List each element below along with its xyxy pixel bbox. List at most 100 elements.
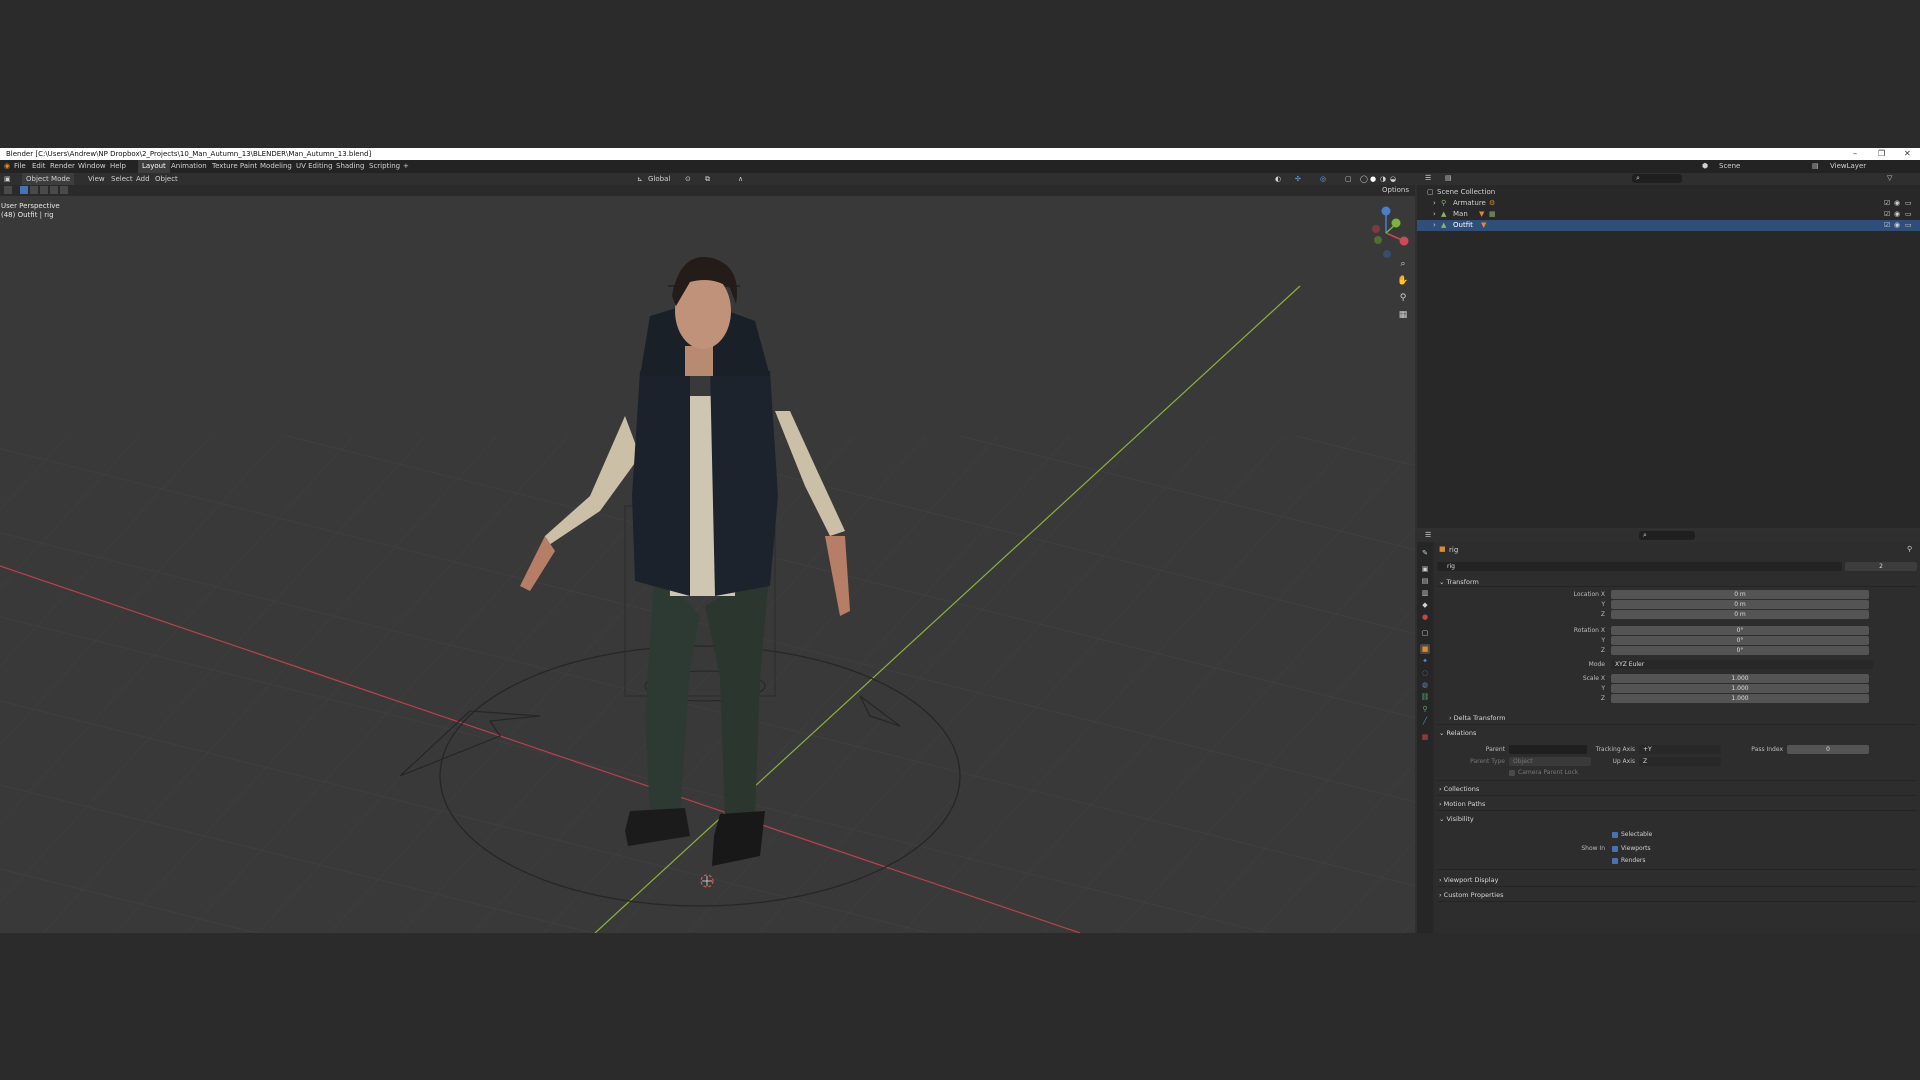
grid-icon[interactable]: ▦ <box>1397 309 1409 321</box>
shading-wireframe-icon[interactable]: ◯ <box>1360 173 1368 185</box>
parent-field[interactable] <box>1509 745 1587 754</box>
data-users-count[interactable]: 2 <box>1845 562 1917 571</box>
tab-layout[interactable]: Layout <box>138 160 170 173</box>
up-axis-select[interactable]: Z <box>1639 757 1721 766</box>
outliner-row-armature[interactable]: › ⚲ Armature ⚙ ☑ ◉ ▭ <box>1417 198 1920 209</box>
parent-type-select[interactable]: Object <box>1509 757 1591 766</box>
gizmo-toggle-icon[interactable]: ✣ <box>1295 173 1301 185</box>
pass-index-field[interactable]: 0 <box>1787 745 1869 754</box>
relations-section-header[interactable]: ⌄ Relations <box>1439 729 1476 737</box>
menu-edit[interactable]: Edit <box>32 160 46 173</box>
monitor-icon[interactable]: ▭ <box>1905 209 1912 220</box>
object-data-tab-icon[interactable]: ⚲ <box>1420 704 1430 714</box>
render-tab-icon[interactable]: ▣ <box>1420 564 1430 574</box>
shading-rendered-icon[interactable]: ◒ <box>1390 173 1396 185</box>
hand-pan-icon[interactable]: ✋ <box>1397 275 1409 287</box>
constraints-tab-icon[interactable]: ⛓ <box>1420 692 1430 702</box>
collections-section-header[interactable]: › Collections <box>1439 785 1479 793</box>
proportional-edit-icon[interactable]: ∧ <box>738 173 743 185</box>
modifier-tab-icon[interactable]: ✦ <box>1420 656 1430 666</box>
pin-icon[interactable]: ⚲ <box>1907 545 1912 553</box>
menu-help[interactable]: Help <box>110 160 126 173</box>
xray-icon[interactable]: ▢ <box>1345 173 1352 185</box>
viewport-menu-add[interactable]: Add <box>136 173 150 185</box>
select-box-icon[interactable] <box>20 186 28 194</box>
scale-y-field[interactable]: 1.000 <box>1611 684 1869 693</box>
eye-icon[interactable]: ◉ <box>1894 209 1900 220</box>
add-workspace-button[interactable]: + <box>403 160 409 173</box>
particles-tab-icon[interactable]: ◌ <box>1420 668 1430 678</box>
display-mode-icon[interactable]: ▤ <box>1445 174 1452 182</box>
tab-animation[interactable]: Animation <box>167 160 211 173</box>
output-tab-icon[interactable]: ▤ <box>1420 576 1430 586</box>
outliner-editor-icon[interactable]: ☰ <box>1425 174 1431 182</box>
collection-tab-icon[interactable]: ▢ <box>1420 628 1430 638</box>
select-subtract-icon[interactable] <box>40 186 48 194</box>
scale-z-field[interactable]: 1.000 <box>1611 694 1869 703</box>
select-intersect-icon[interactable] <box>60 186 68 194</box>
blender-logo-icon[interactable]: ◉ <box>4 160 10 173</box>
shading-material-icon[interactable]: ◑ <box>1380 173 1386 185</box>
pivot-icon[interactable]: ⊙ <box>685 173 691 185</box>
scale-x-field[interactable]: 1.000 <box>1611 674 1869 683</box>
mode-selector[interactable]: Object Mode <box>22 173 75 185</box>
visibility-icon[interactable]: ◐ <box>1275 173 1281 185</box>
rotation-z-field[interactable]: 0° <box>1611 646 1869 655</box>
location-z-field[interactable]: 0 m <box>1611 610 1869 619</box>
3d-viewport[interactable]: User Perspective (48) Outfit | rig ⌕ ✋ ⚲… <box>0 196 1415 933</box>
eye-icon[interactable]: ◉ <box>1894 198 1900 209</box>
view-layer-selector[interactable]: ViewLayer <box>1830 160 1866 173</box>
viewport-menu-select[interactable]: Select <box>111 173 133 185</box>
visibility-section-header[interactable]: ⌄ Visibility <box>1439 815 1474 823</box>
orientation-selector[interactable]: Global <box>648 173 670 185</box>
delta-transform-section-header[interactable]: › Delta Transform <box>1449 714 1505 722</box>
scene-selector[interactable]: Scene <box>1719 160 1740 173</box>
viewport-options-button[interactable]: Options <box>1382 185 1409 196</box>
rotation-y-field[interactable]: 0° <box>1611 636 1869 645</box>
monitor-icon[interactable]: ▭ <box>1905 198 1912 209</box>
properties-search-input[interactable] <box>1639 531 1695 540</box>
shading-solid-icon[interactable]: ● <box>1370 173 1376 185</box>
object-tab-icon[interactable]: ■ <box>1420 644 1430 654</box>
viewport-menu-object[interactable]: Object <box>155 173 178 185</box>
eye-icon[interactable]: ◉ <box>1894 220 1900 231</box>
tab-shading[interactable]: Shading <box>332 160 368 173</box>
minimize-button[interactable]: – <box>1853 148 1857 160</box>
menu-window[interactable]: Window <box>78 160 106 173</box>
viewport-display-section-header[interactable]: › Viewport Display <box>1439 876 1498 884</box>
select-extend-icon[interactable] <box>30 186 38 194</box>
camera-parent-lock-checkbox[interactable] <box>1509 770 1515 776</box>
camera-icon[interactable]: ⚲ <box>1397 292 1409 304</box>
location-x-field[interactable]: 0 m <box>1611 590 1869 599</box>
tab-texture-paint[interactable]: Texture Paint <box>208 160 261 173</box>
expand-arrow-icon[interactable]: › <box>1433 220 1436 231</box>
rotation-mode-select[interactable]: XYZ Euler <box>1611 660 1873 669</box>
motion-paths-section-header[interactable]: › Motion Paths <box>1439 800 1485 808</box>
tool-tab-icon[interactable]: ✎ <box>1420 548 1430 558</box>
monitor-icon[interactable]: ▭ <box>1905 220 1912 231</box>
properties-editor-icon[interactable]: ☰ <box>1425 531 1431 539</box>
exclude-checkbox-icon[interactable]: ☑ <box>1884 209 1890 220</box>
maximize-button[interactable]: ❐ <box>1878 148 1885 160</box>
tab-modeling[interactable]: Modeling <box>256 160 296 173</box>
world-tab-icon[interactable]: ● <box>1420 612 1430 622</box>
viewports-checkbox[interactable] <box>1612 846 1618 852</box>
overlay-toggle-icon[interactable]: ◎ <box>1320 173 1326 185</box>
data-block-field[interactable]: rig <box>1437 562 1842 571</box>
rotation-x-field[interactable]: 0° <box>1611 626 1869 635</box>
renders-checkbox[interactable] <box>1612 858 1618 864</box>
texture-tab-icon[interactable]: ▦ <box>1420 732 1430 742</box>
viewport-menu-view[interactable]: View <box>88 173 105 185</box>
tab-uv-editing[interactable]: UV Editing <box>292 160 337 173</box>
scene-tab-icon[interactable]: ◆ <box>1420 600 1430 610</box>
filter-icon[interactable]: ▽ <box>1887 174 1892 182</box>
exclude-checkbox-icon[interactable]: ☑ <box>1884 220 1890 231</box>
tool-toggle-icon[interactable] <box>4 186 12 194</box>
outliner-row-outfit[interactable]: › ▲ Outfit ▼ ☑ ◉ ▭ <box>1417 220 1920 231</box>
bone-tab-icon[interactable]: ╱ <box>1420 716 1430 726</box>
outliner-row-scene-collection[interactable]: ▢ Scene Collection <box>1417 187 1920 198</box>
view-layer-tab-icon[interactable]: ▥ <box>1420 588 1430 598</box>
tracking-axis-select[interactable]: +Y <box>1639 745 1721 754</box>
zoom-icon[interactable]: ⌕ <box>1397 258 1409 270</box>
menu-file[interactable]: File <box>14 160 26 173</box>
